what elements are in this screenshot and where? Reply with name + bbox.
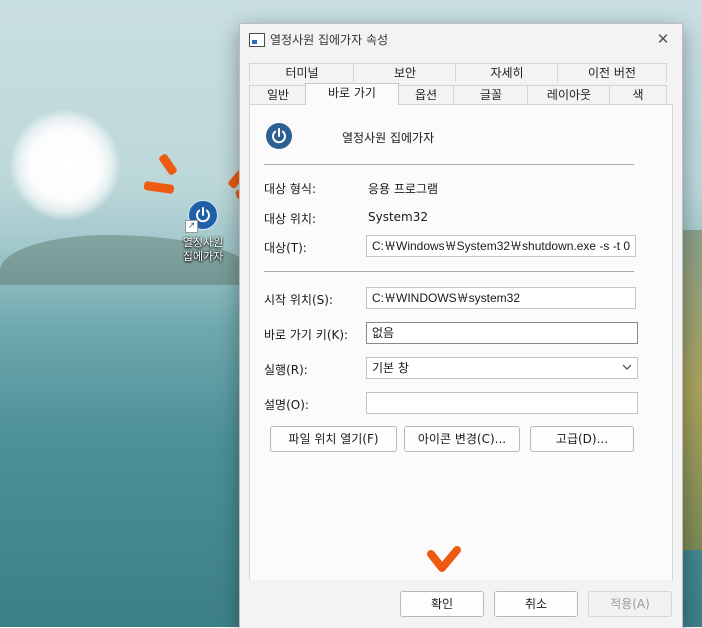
tab-security[interactable]: 보안 [353, 63, 457, 82]
tab-layout[interactable]: 레이아웃 [527, 85, 611, 104]
desktop-shortcut[interactable]: ↗ 열정사원 집에가자 [172, 200, 234, 264]
annotation-checkmark [427, 546, 461, 572]
apply-button[interactable]: 적용(A) [588, 591, 672, 617]
tab-general[interactable]: 일반 [249, 85, 307, 104]
cancel-button[interactable]: 취소 [494, 591, 578, 617]
target-label: 대상(T): [264, 241, 307, 255]
close-button[interactable]: ✕ [652, 28, 674, 50]
comment-label: 설명(O): [264, 398, 309, 412]
tab-terminal[interactable]: 터미널 [249, 63, 355, 82]
divider [264, 271, 634, 272]
dialog-title: 열정사원 집에가자 속성 [270, 33, 389, 47]
target-type-value: 응용 프로그램 [368, 182, 439, 196]
wallpaper-sun [10, 110, 120, 220]
start-in-field[interactable]: C:￦WINDOWS￦system32 [366, 287, 636, 309]
title-bar[interactable]: 열정사원 집에가자 속성 ✕ [240, 24, 682, 54]
power-icon: ↗ [185, 200, 218, 233]
change-icon-button[interactable]: 아이콘 변경(C)... [404, 426, 520, 452]
target-type-label: 대상 형식: [264, 182, 317, 196]
tab-row-front: 일반 바로 가기 옵션 글꼴 레이아웃 색 [249, 83, 667, 105]
shortcut-file-icon [249, 33, 265, 47]
dialog-footer: 확인 취소 적용(A) [240, 580, 682, 628]
shortcut-name: 열정사원 집에가자 [342, 131, 435, 145]
tab-details[interactable]: 자세히 [455, 63, 559, 82]
shortcut-key-field[interactable]: 없음 [366, 322, 638, 344]
run-select[interactable]: 기본 창 [366, 357, 638, 379]
desktop-shortcut-label: 열정사원 집에가자 [182, 236, 224, 263]
wallpaper-shore [680, 230, 702, 550]
shortcut-key-label: 바로 가기 키(K): [264, 328, 349, 342]
tab-font[interactable]: 글꼴 [453, 85, 529, 104]
target-location-value: System32 [368, 210, 429, 224]
shortcut-arrow-icon: ↗ [185, 220, 198, 233]
close-icon: ✕ [656, 30, 670, 48]
power-icon [266, 123, 292, 149]
target-location-label: 대상 위치: [264, 212, 317, 226]
divider [264, 164, 634, 165]
ok-button[interactable]: 확인 [400, 591, 484, 617]
tab-options[interactable]: 옵션 [397, 85, 455, 104]
target-field[interactable]: C:￦Windows￦System32￦shutdown.exe -s -t 0 [366, 235, 636, 257]
tab-previous-versions[interactable]: 이전 버전 [557, 63, 667, 82]
start-in-label: 시작 위치(S): [264, 293, 333, 307]
tab-row-back: 터미널 보안 자세히 이전 버전 [249, 63, 667, 82]
tab-colors[interactable]: 색 [609, 85, 667, 104]
advanced-button[interactable]: 고급(D)... [530, 426, 634, 452]
run-select-value: 기본 창 [372, 361, 409, 375]
open-file-location-button[interactable]: 파일 위치 열기(F) [270, 426, 397, 452]
annotation-mark [143, 180, 175, 195]
tab-shortcut[interactable]: 바로 가기 [305, 83, 399, 105]
comment-field[interactable] [366, 392, 638, 414]
annotation-mark [158, 152, 178, 177]
properties-dialog: 열정사원 집에가자 속성 ✕ 터미널 보안 자세히 이전 버전 일반 바로 가기… [239, 23, 683, 628]
shortcut-tab-panel: 열정사원 집에가자 대상 형식: 응용 프로그램 대상 위치: System32… [249, 104, 673, 582]
run-label: 실행(R): [264, 363, 308, 377]
chevron-down-icon [622, 361, 632, 375]
